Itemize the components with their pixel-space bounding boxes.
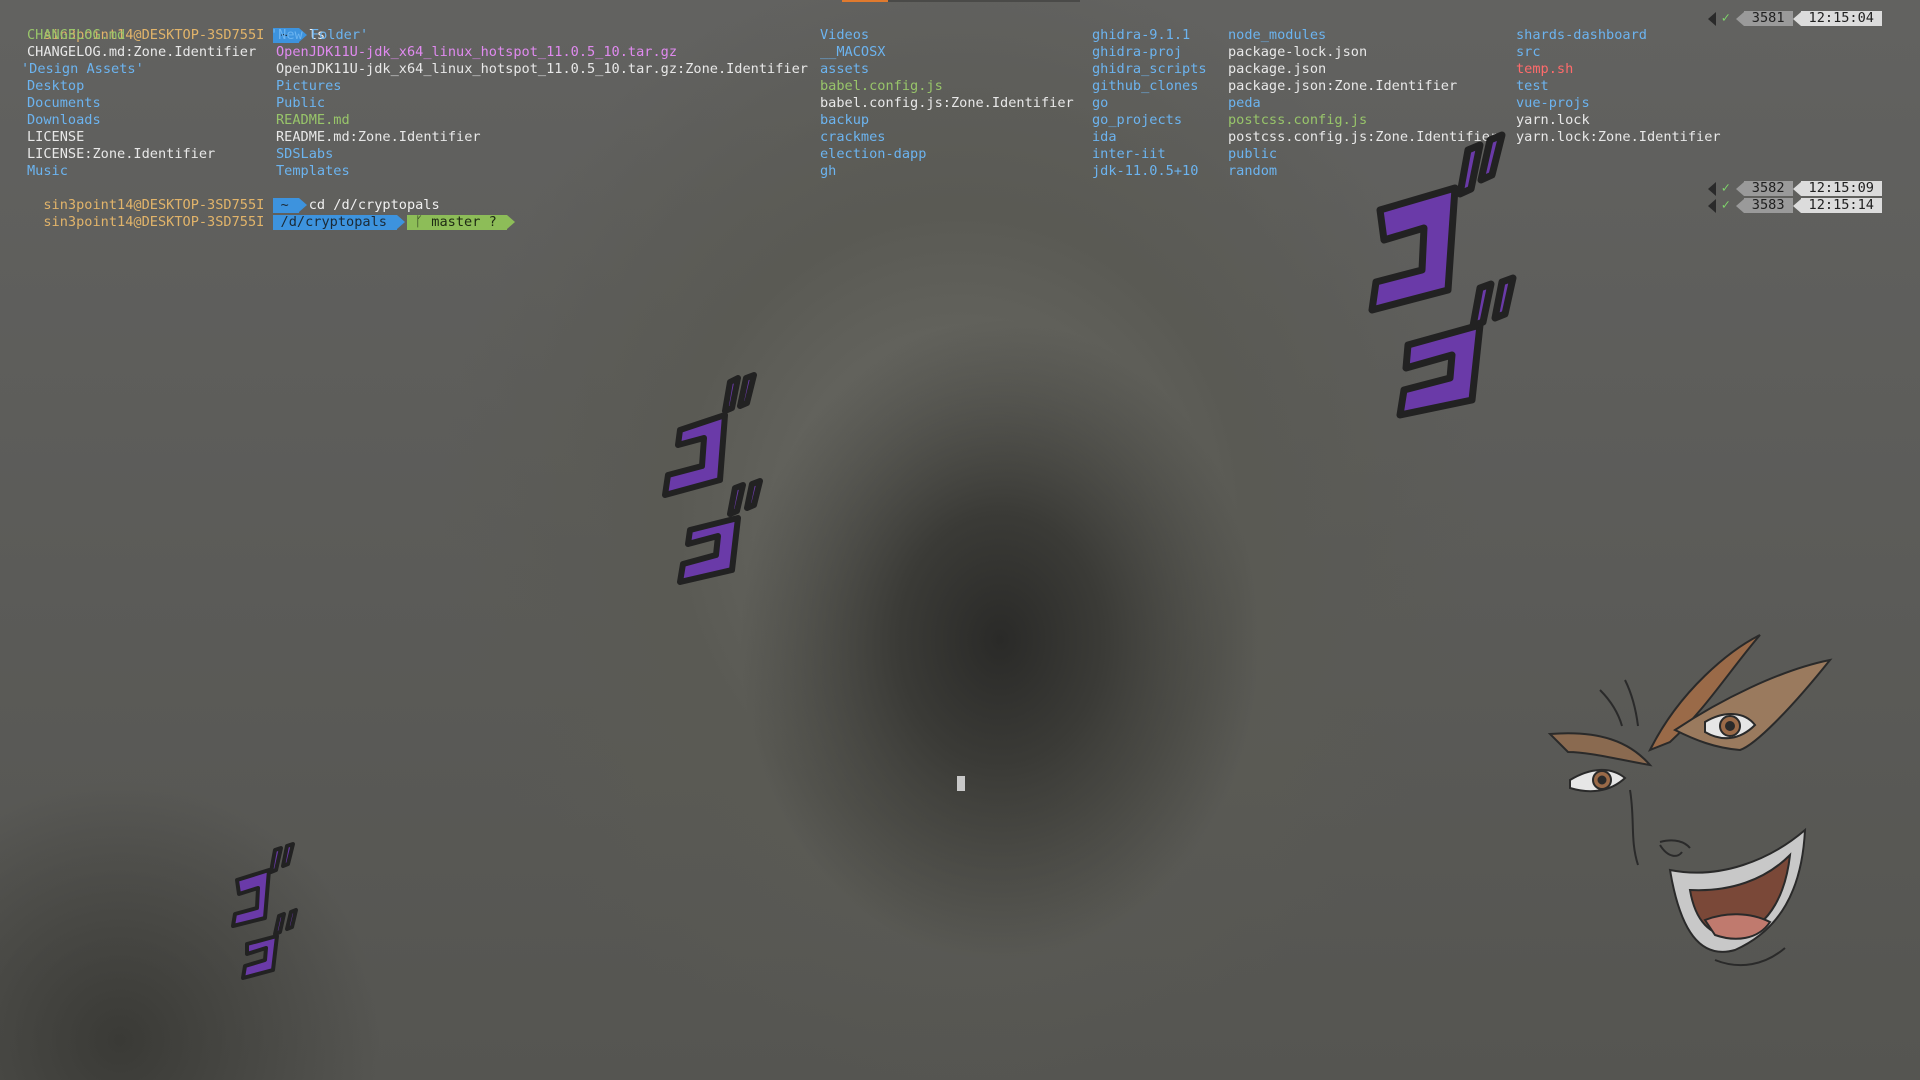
ls-entry-script: temp.sh — [1516, 61, 1574, 77]
prompt-user: sin3point14@DESKTOP-3SD755I — [43, 214, 265, 230]
menacing-glyph-icon — [1368, 131, 1517, 419]
prompt-git-segment: ᚴ master ? — [406, 214, 515, 230]
prompt-line: sin3point14@DESKTOP-3SD755I ~ cd /d/crypt… — [27, 180, 440, 213]
command-time: 12:15:04 — [1800, 11, 1882, 26]
ls-entry-dir: inter-iit — [1092, 146, 1166, 162]
segment-arrow-icon — [1735, 181, 1744, 196]
ls-entry-dir: shards-dashboard — [1516, 27, 1647, 43]
menacing-glyph-icon — [662, 372, 763, 585]
prompt-line: sin3point14@DESKTOP-3SD755I /d/cryptopal… — [27, 197, 517, 230]
dio-face-icon — [1547, 634, 1833, 967]
ls-entry-dir: ghidra-proj — [1092, 44, 1183, 60]
ls-entry-dir: public — [1228, 146, 1278, 162]
status-check-icon: ✓ — [1721, 180, 1730, 196]
ls-entry-dir: node_modules — [1228, 27, 1327, 43]
ls-entry-file: LICENSE:Zone.Identifier — [27, 146, 216, 162]
ls-entry-dir: test — [1516, 78, 1549, 94]
prompt-line: sin3point14@DESKTOP-3SD755I ~ ls — [27, 10, 325, 43]
ls-entry-dir: github_clones — [1092, 78, 1199, 94]
segment-arrow-icon — [1707, 181, 1716, 196]
segment-arrow-icon — [1707, 11, 1716, 26]
prompt-path-segment: /d/cryptopals — [272, 214, 406, 230]
ls-entry-dir: SDSLabs — [276, 146, 334, 162]
command-number: 3582 — [1743, 181, 1793, 196]
ls-entry-file: package.json:Zone.Identifier — [1228, 78, 1458, 94]
ls-entry-archive: OpenJDK11U-jdk_x64_linux_hotspot_11.0.5_… — [276, 44, 678, 60]
ls-entry-dir: go — [1092, 95, 1109, 111]
ls-entry-file: package.json — [1228, 61, 1327, 77]
ls-entry-dir: crackmes — [820, 129, 886, 145]
ls-entry-dir: election-dapp — [820, 146, 927, 162]
menacing-glyph-icon — [231, 842, 298, 980]
window-title-bar — [888, 0, 1080, 2]
segment-arrow-icon — [1735, 11, 1744, 26]
ls-entry-dir: Downloads — [27, 112, 101, 128]
ls-entry-dir: go_projects — [1092, 112, 1183, 128]
terminal-cursor-icon[interactable] — [957, 776, 965, 791]
ls-entry-exe: babel.config.js — [820, 78, 943, 94]
command-number: 3581 — [1743, 11, 1793, 26]
ls-entry-dir: peda — [1228, 95, 1261, 111]
command-time: 12:15:09 — [1800, 181, 1882, 196]
ls-entry-dir: Templates — [276, 163, 350, 179]
ls-entry-exe: README.md — [276, 112, 350, 128]
right-prompt: ✓ 3582 12:15:09 — [1707, 180, 1882, 196]
ls-entry-dir: jdk-11.0.5+10 — [1092, 163, 1199, 179]
ls-entry-file: yarn.lock:Zone.Identifier — [1516, 129, 1721, 145]
command-number: 3583 — [1743, 198, 1793, 213]
ls-entry-dir: ghidra-9.1.1 — [1092, 27, 1191, 43]
segment-arrow-icon — [1735, 198, 1744, 213]
command-time: 12:15:14 — [1800, 198, 1882, 213]
ls-entry-dir: random — [1228, 163, 1278, 179]
segment-arrow-icon — [1792, 181, 1801, 196]
right-prompt: ✓ 3583 12:15:14 — [1707, 197, 1882, 213]
ls-entry-file: OpenJDK11U-jdk_x64_linux_hotspot_11.0.5_… — [276, 61, 808, 77]
ls-entry-dir: Music — [27, 163, 68, 179]
ls-entry-dir: Pictures — [276, 78, 342, 94]
ls-entry-dir: gh — [820, 163, 837, 179]
right-prompt: ✓ 3581 12:15:04 — [1707, 10, 1882, 26]
ls-entry-dir: 'New Folder' — [270, 27, 369, 43]
status-check-icon: ✓ — [1721, 10, 1730, 26]
ls-entry-dir: Public — [276, 95, 326, 111]
ls-entry-dir: src — [1516, 44, 1541, 60]
ls-entry-dir: ghidra_scripts — [1092, 61, 1207, 77]
ls-entry-file: package-lock.json — [1228, 44, 1368, 60]
ls-entry-dir: assets — [820, 61, 870, 77]
git-branch-icon: ᚴ — [414, 214, 432, 230]
ls-entry-dir: 'Design Assets' — [21, 61, 144, 77]
ls-entry-dir: Desktop — [27, 78, 85, 94]
prompt-path: /d/cryptopals — [280, 214, 387, 230]
ls-entry-file: README.md:Zone.Identifier — [276, 129, 481, 145]
ls-entry-dir: Documents — [27, 95, 101, 111]
ls-entry-file: CHANGELOG.md:Zone.Identifier — [27, 44, 257, 60]
ls-entry-exe: postcss.config.js — [1228, 112, 1368, 128]
ls-entry-dir: ida — [1092, 129, 1117, 145]
segment-arrow-icon — [1707, 198, 1716, 213]
ls-entry-file: LICENSE — [27, 129, 85, 145]
ls-entry-dir: backup — [820, 112, 870, 128]
ls-entry-dir: __MACOSX — [820, 44, 886, 60]
status-check-icon: ✓ — [1721, 197, 1730, 213]
active-tab-indicator[interactable] — [842, 0, 888, 2]
segment-arrow-icon — [1792, 11, 1801, 26]
git-branch: master ? — [431, 214, 497, 230]
ls-entry-exe: CHANGELOG.md — [27, 27, 126, 43]
segment-arrow-icon — [1792, 198, 1801, 213]
ls-entry-file: babel.config.js:Zone.Identifier — [820, 95, 1074, 111]
ls-entry-dir: Videos — [820, 27, 870, 43]
